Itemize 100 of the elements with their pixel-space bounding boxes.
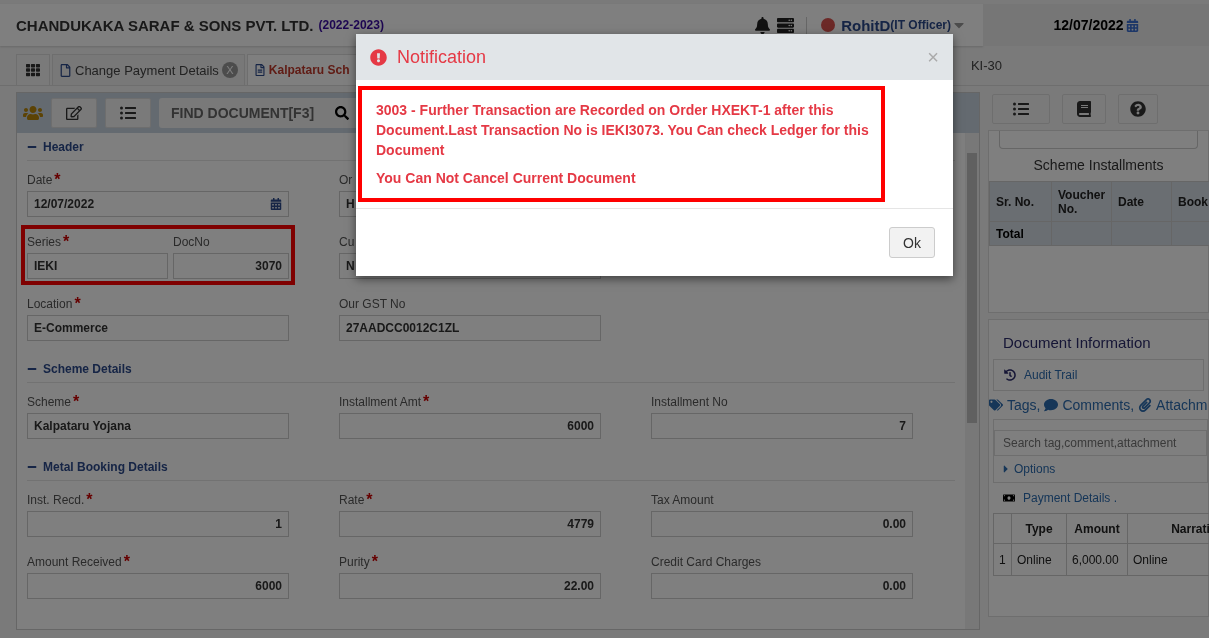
input-field[interactable]: IEKI [27,253,168,279]
tab-label[interactable]: KI-30 [970,58,1002,73]
table-cell: Online [1011,543,1067,576]
grid-icon [26,63,40,77]
tags-link[interactable]: Tags, [1007,397,1041,413]
input-field[interactable]: 6000 [339,413,601,439]
field-label: Our GST No [339,297,406,311]
column-header: Sr. No. [989,181,1052,222]
options-toggle[interactable]: Options [994,456,1207,482]
history-icon [1004,369,1016,381]
required-marker: * [366,491,373,509]
field-label: Credit Card Charges [651,555,762,569]
tags-icon [989,398,1003,412]
find-document-field[interactable]: FIND DOCUMENT[F3] [159,98,359,128]
field-label: Inst. Recd. [27,493,85,507]
alert-icon [370,48,387,66]
comment-icon [1044,398,1059,412]
calendar-icon[interactable] [270,198,282,210]
required-marker: * [371,553,378,571]
server-icon[interactable] [777,16,795,34]
field-label: Series [27,235,61,249]
ok-button[interactable]: Ok [889,227,935,258]
panel-title: Document Information [1002,333,1152,353]
field-label: Amount Received [27,555,122,569]
input-field[interactable]: 6000 [27,573,289,599]
field-label: Installment No [651,395,728,409]
field-label: Location [27,297,73,311]
input-field[interactable]: 27AADCC0012C1ZL [339,315,601,341]
required-marker: * [423,393,430,411]
scrollbar[interactable] [965,133,979,629]
input-field[interactable]: E-Commerce [27,315,289,341]
audit-trail-link[interactable]: Audit Trail [993,359,1204,391]
input-field[interactable]: Kalpataru Yojana [27,413,289,439]
field-label: DocNo [173,235,210,249]
required-marker: * [86,491,93,509]
user-name[interactable]: RohitD [841,16,891,34]
attachments-link[interactable]: Attachm [1156,397,1208,413]
section-title[interactable]: Metal Booking Details [43,459,168,474]
input-field[interactable]: 0.00 [651,573,913,599]
calendar-icon[interactable] [1125,18,1139,32]
table-cell: 1 [993,543,1012,576]
section-title[interactable]: Scheme Details [43,361,132,376]
required-marker: * [73,393,80,411]
file-icon [59,63,72,77]
required-marker: * [123,553,130,571]
document-tab[interactable]: Kalpataru Sch [246,54,357,85]
edit-icon [66,105,82,121]
list-button[interactable] [992,94,1050,124]
table-cell: Total [989,221,1052,246]
edit-button[interactable] [51,98,97,128]
payment-details-link[interactable]: Payment Details . [993,483,1204,513]
field-label: Cu [339,235,355,249]
apps-tab[interactable] [16,54,50,85]
required-marker: * [54,171,61,189]
list-button[interactable] [105,98,151,128]
help-icon [1130,101,1146,117]
field-label: Scheme [27,395,72,409]
input-field[interactable]: 7 [651,413,913,439]
comments-link[interactable]: Comments, [1062,397,1135,413]
field-label: Date [27,173,53,187]
table-cell: 6,000.00 [1066,543,1128,576]
input-field[interactable]: 1 [27,511,289,537]
section-title[interactable]: Header [43,139,84,154]
list-icon [1013,101,1029,117]
field-label: Installment Amt [339,395,422,409]
input-field[interactable]: 22.00 [339,573,601,599]
book-button[interactable] [1062,94,1106,124]
required-marker: * [74,295,81,313]
panel-title: Scheme Installments [1032,156,1165,175]
help-button[interactable] [1118,94,1158,124]
field-label: Rate [339,493,365,507]
input-field[interactable]: 3070 [173,253,289,279]
tag-search-field[interactable]: Search tag,comment,attachment [994,430,1207,456]
date-field[interactable]: 12/07/2022 [27,191,289,217]
user-role[interactable]: (IT Officer) [890,18,951,32]
dialog-title: Notification [397,46,487,68]
avatar-icon[interactable] [821,18,836,32]
required-marker: * [63,233,70,251]
column-header: Amount [1066,513,1128,544]
current-date: 12/07/2022 [1053,17,1124,33]
error-message: You Can Not Cancel Current Document [376,169,637,188]
column-header: Book [1171,181,1209,222]
column-header: Narrati [1127,513,1209,544]
input-field[interactable]: 4779 [339,511,601,537]
input-field[interactable]: 0.00 [651,511,913,537]
error-message: 3003 - Further Transaction are Recorded on Order HXEKT-1 after this Document.Last Transaction No is IEKI3073. You Can check Ledger for this Document [376,101,869,160]
financial-year: (2022-2023) [318,18,384,32]
field-label: Tax Amount [651,493,714,507]
field-label: Purity [339,555,370,569]
column-header: Type [1011,513,1067,544]
column-header: Voucher No. [1051,181,1112,222]
field-label: Or [339,173,353,187]
document-icon [253,64,266,76]
money-icon [1003,492,1015,504]
company-name: CHANDUKAKA SARAF & SONS PVT. LTD. [16,16,314,34]
paperclip-icon [1138,398,1153,412]
book-icon [1076,101,1092,117]
bell-icon[interactable] [754,16,772,34]
search-icon[interactable] [335,106,349,120]
column-header: Date [1111,181,1172,222]
